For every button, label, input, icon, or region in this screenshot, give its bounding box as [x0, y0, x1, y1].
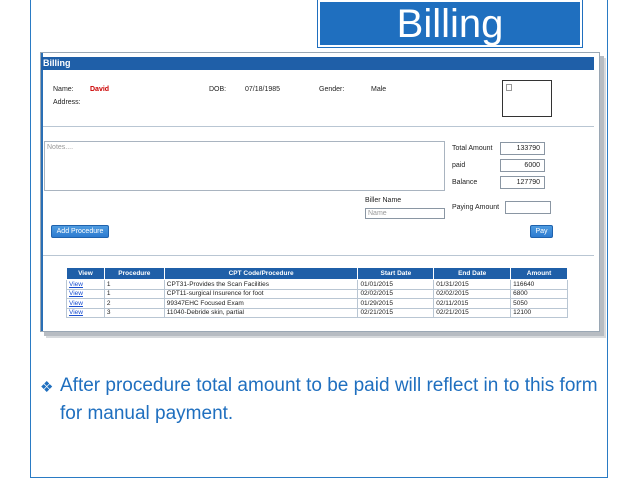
- amount-cell: 12100: [510, 307, 568, 318]
- cpt-code-cell: 11040-Debride skin, partial: [163, 307, 359, 318]
- table-row: View 1 CPT11-surgical Insurence for foot…: [66, 288, 568, 299]
- patient-name: David: [90, 86, 110, 93]
- view-link[interactable]: View: [66, 298, 105, 309]
- paid-field[interactable]: 6000: [500, 159, 545, 172]
- paying-amount-input[interactable]: [505, 201, 551, 214]
- dob-label: DOB:: [209, 86, 227, 93]
- end-date-cell: 02/21/2015: [433, 307, 512, 318]
- procedure-cell: 1: [103, 279, 165, 290]
- column-header-view: View: [66, 267, 105, 280]
- column-header-procedure: Procedure: [103, 267, 165, 280]
- gender-value: Male: [371, 86, 387, 93]
- divider: [43, 255, 594, 256]
- image-placeholder-icon: [506, 84, 512, 91]
- patient-photo[interactable]: [502, 80, 552, 117]
- start-date-cell: 01/29/2015: [357, 298, 435, 309]
- slide-title: Billing: [396, 1, 504, 46]
- view-link[interactable]: View: [66, 307, 105, 318]
- start-date-cell: 01/01/2015: [357, 279, 435, 290]
- add-procedure-button[interactable]: Add Procedure: [51, 225, 109, 238]
- gender-label: Gender:: [319, 86, 345, 93]
- cpt-code-cell: 99347EHC Focused Exam: [163, 298, 359, 309]
- procedure-cell: 2: [103, 298, 165, 309]
- table-header-row: View Procedure CPT Code/Procedure Start …: [66, 267, 568, 280]
- total-amount-field[interactable]: 133790: [500, 142, 545, 155]
- procedure-table: View Procedure CPT Code/Procedure Start …: [66, 267, 568, 318]
- procedure-cell: 3: [103, 307, 165, 318]
- column-header-cpt-code: CPT Code/Procedure: [163, 267, 359, 280]
- name-label: Name:: [53, 86, 74, 93]
- table-row: View 3 11040-Debride skin, partial 02/21…: [66, 307, 568, 318]
- billing-form-screenshot: Billing Name: David Address: DOB: 07/18/…: [40, 52, 600, 332]
- end-date-cell: 01/31/2015: [433, 279, 512, 290]
- panel-edge: [41, 53, 43, 331]
- column-header-amount: Amount: [510, 267, 568, 280]
- total-amount-label: Total Amount: [452, 145, 493, 152]
- cpt-code-cell: CPT31-Provides the Scan Facilities: [163, 279, 359, 290]
- bullet-text: After procedure total amount to be paid …: [60, 375, 598, 424]
- divider: [43, 126, 594, 127]
- procedure-cell: 1: [103, 288, 165, 299]
- pay-button[interactable]: Pay: [530, 225, 553, 238]
- dob-value: 07/18/1985: [245, 86, 281, 93]
- column-header-end-date: End Date: [433, 267, 512, 280]
- balance-label: Balance: [452, 179, 478, 186]
- balance-field[interactable]: 127790: [500, 176, 545, 189]
- start-date-cell: 02/02/2015: [357, 288, 435, 299]
- notes-textarea[interactable]: Notes....: [44, 141, 445, 191]
- end-date-cell: 02/11/2015: [433, 298, 512, 309]
- end-date-cell: 02/02/2015: [433, 288, 512, 299]
- paying-amount-label: Paying Amount: [452, 204, 500, 211]
- amount-cell: 6800: [510, 288, 568, 299]
- slide-title-box: Billing: [317, 0, 583, 48]
- start-date-cell: 02/21/2015: [357, 307, 435, 318]
- amount-cell: 5050: [510, 298, 568, 309]
- bullet-icon: ❖: [40, 379, 54, 396]
- billing-header: Billing: [41, 57, 594, 70]
- table-row: View 2 99347EHC Focused Exam 01/29/2015 …: [66, 298, 568, 309]
- view-link[interactable]: View: [66, 279, 105, 290]
- view-link[interactable]: View: [66, 288, 105, 299]
- address-label: Address:: [53, 99, 81, 106]
- biller-name-placeholder: Name: [368, 210, 387, 217]
- column-header-start-date: Start Date: [357, 267, 435, 280]
- amount-cell: 116640: [510, 279, 568, 290]
- paid-label: paid: [452, 162, 466, 169]
- table-row: View 1 CPT31-Provides the Scan Facilitie…: [66, 279, 568, 290]
- billing-header-title: Billing: [43, 58, 71, 68]
- notes-placeholder: Notes....: [47, 144, 74, 151]
- biller-name-input[interactable]: Name: [365, 208, 445, 219]
- cpt-code-cell: CPT11-surgical Insurence for foot: [163, 288, 359, 299]
- biller-name-label: Biller Name: [365, 197, 402, 204]
